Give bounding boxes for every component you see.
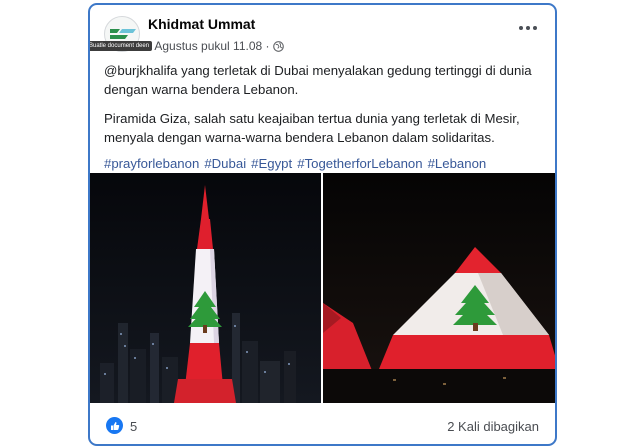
tooltip: Buatle document deen bbox=[90, 41, 153, 51]
more-options-icon[interactable] bbox=[517, 21, 539, 35]
post-timestamp[interactable]: 5 Agustus pukul 11.08 · bbox=[145, 39, 270, 53]
photo-burj-khalifa[interactable] bbox=[90, 173, 321, 403]
post-card: Khidmat Ummat 5 Agustus pukul 11.08 · Bu… bbox=[88, 3, 557, 446]
post-paragraph-1: @burjkhalifa yang terletak di Dubai meny… bbox=[104, 63, 532, 97]
hashtag-list: #prayforlebanon #Dubai #Egypt #Togetherf… bbox=[104, 154, 549, 173]
hashtag-link[interactable]: #prayforlebanon bbox=[104, 154, 199, 173]
post-text: @burjkhalifa yang terletak di Dubai meny… bbox=[104, 61, 549, 173]
post-paragraph-2: Piramida Giza, salah satu keajaiban tert… bbox=[104, 111, 520, 145]
thumbs-up-icon[interactable] bbox=[106, 417, 123, 434]
share-count[interactable]: 2 Kali dibagikan bbox=[447, 419, 539, 434]
post-header: Khidmat Ummat 5 Agustus pukul 11.08 · Bu… bbox=[90, 5, 555, 57]
hashtag-link[interactable]: #Egypt bbox=[251, 154, 292, 173]
hashtag-link[interactable]: #TogetherforLebanon bbox=[297, 154, 422, 173]
post-meta: 5 Agustus pukul 11.08 · bbox=[145, 39, 284, 53]
like-count[interactable]: 5 bbox=[130, 419, 137, 434]
photo-pyramid-giza[interactable] bbox=[323, 173, 555, 403]
hashtag-link[interactable]: #Dubai bbox=[204, 154, 246, 173]
photo-grid bbox=[90, 173, 555, 403]
hashtag-link[interactable]: #Lebanon bbox=[428, 154, 487, 173]
post-footer: 5 2 Kali dibagikan bbox=[90, 403, 555, 444]
author-name[interactable]: Khidmat Ummat bbox=[148, 16, 255, 32]
globe-icon bbox=[272, 40, 284, 52]
